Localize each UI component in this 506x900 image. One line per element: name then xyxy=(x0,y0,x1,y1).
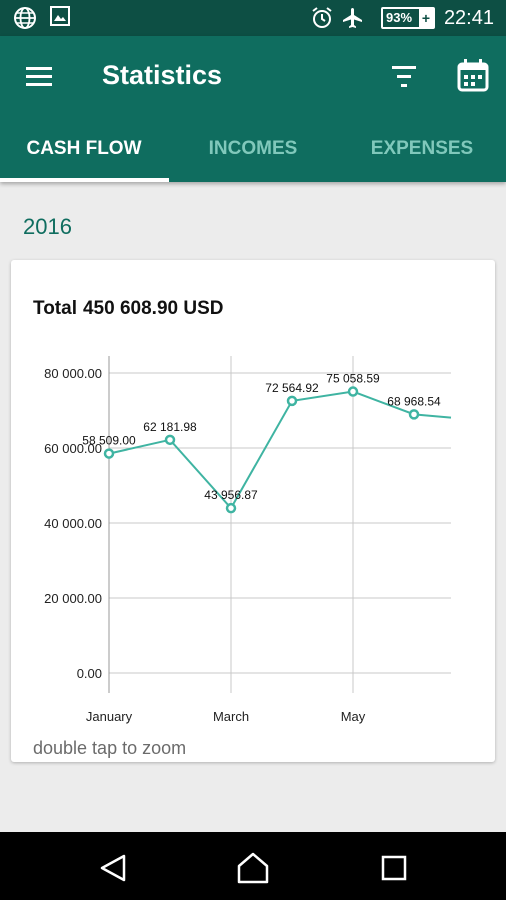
cash-flow-line-chart[interactable]: 0.0020 000.0040 000.0060 000.0080 000.00… xyxy=(11,350,495,730)
data-point xyxy=(164,434,176,446)
calendar-icon[interactable] xyxy=(456,58,490,92)
data-point xyxy=(347,386,359,397)
home-icon[interactable] xyxy=(235,850,271,886)
y-tick-label: 80 000.00 xyxy=(44,366,102,381)
total-value: 450 608.90 USD xyxy=(82,298,224,319)
tab-incomes[interactable]: INCOMES xyxy=(169,126,337,182)
menu-icon[interactable] xyxy=(22,64,56,88)
airplane-mode-icon xyxy=(343,8,362,28)
navigation-bar xyxy=(0,832,506,900)
tab-bar: CASH FLOW INCOMES EXPENSES xyxy=(0,126,506,182)
total-summary: Total 450 608.90 USD xyxy=(33,298,223,320)
data-label: 43 956.87 xyxy=(204,488,258,502)
y-tick-label: 40 000.00 xyxy=(44,516,102,531)
image-icon xyxy=(50,6,70,26)
status-bar: 93% + 22:41 xyxy=(0,0,506,36)
data-label: 72 564.92 xyxy=(265,381,319,395)
y-tick-label: 0.00 xyxy=(77,666,102,681)
tab-expenses[interactable]: EXPENSES xyxy=(338,126,506,182)
alarm-icon xyxy=(312,7,332,28)
statistics-card: Total 450 608.90 USD 0.00 20 000.00 40 000.… xyxy=(11,260,495,762)
tab-cash-flow[interactable]: CASH FLOW xyxy=(0,126,168,182)
clock: 22:41 xyxy=(443,7,494,29)
data-label: 68 968.54 xyxy=(387,394,441,408)
back-icon[interactable] xyxy=(96,850,132,886)
x-tick-label: March xyxy=(213,709,249,724)
data-label: 58 509.00 xyxy=(82,434,136,448)
data-point xyxy=(408,409,420,420)
recents-icon[interactable] xyxy=(376,850,412,886)
data-label: 62 181.98 xyxy=(143,420,197,434)
battery-level: 93% xyxy=(386,10,413,25)
zoom-hint: double tap to zoom xyxy=(33,738,187,758)
data-point xyxy=(286,395,298,407)
app-bar: Statistics CASH FLOW INCOMES EXPENSES xyxy=(0,36,506,182)
x-tick-label: January xyxy=(86,709,133,724)
charging-symbol: + xyxy=(419,9,433,27)
year-header: 2016 xyxy=(23,214,72,239)
tab-indicator xyxy=(0,178,169,182)
data-point xyxy=(103,448,115,459)
data-point xyxy=(225,502,237,514)
total-label: Total xyxy=(33,298,77,319)
page-title: Statistics xyxy=(102,60,223,90)
battery-icon: 93% + xyxy=(381,7,435,29)
data-label: 75 058.59 xyxy=(326,372,380,386)
series-line xyxy=(108,390,452,510)
filter-icon[interactable] xyxy=(386,62,422,92)
x-tick-label: May xyxy=(341,709,366,724)
globe-icon xyxy=(14,7,36,29)
y-tick-label: 20 000.00 xyxy=(44,591,102,606)
